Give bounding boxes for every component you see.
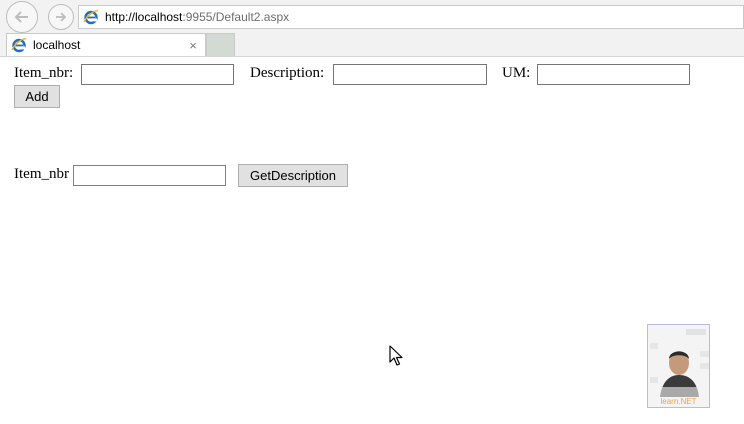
arrow-right-icon xyxy=(56,12,67,22)
tab-localhost[interactable]: localhost × xyxy=(6,33,206,56)
address-bar[interactable]: http://localhost:9955/Default2.aspx xyxy=(78,5,744,29)
back-button[interactable] xyxy=(6,1,38,33)
description-input[interactable] xyxy=(333,64,487,85)
tab-favicon-icon xyxy=(11,37,27,53)
url-path: :9955/Default2.aspx xyxy=(182,10,290,24)
forward-button[interactable] xyxy=(48,4,74,30)
um-label: UM: xyxy=(502,65,531,81)
lookup-item-nbr-input[interactable] xyxy=(73,165,226,186)
page-content: Item_nbr: Description: UM: Add Item_nbr … xyxy=(0,57,744,424)
webcam-overlay: learn.NET xyxy=(647,324,710,408)
new-tab-button[interactable] xyxy=(206,33,235,56)
item-nbr-input[interactable] xyxy=(81,64,234,85)
browser-chrome: http://localhost:9955/Default2.aspx loca… xyxy=(0,0,744,57)
item-nbr-label: Item_nbr: xyxy=(14,65,74,81)
presenter-photo xyxy=(648,325,709,407)
description-label: Description: xyxy=(250,65,325,81)
url-host: http://localhost xyxy=(105,10,183,24)
tab-strip: localhost × xyxy=(0,32,744,56)
webcam-caption: learn.NET xyxy=(660,397,697,406)
arrow-left-icon xyxy=(14,11,28,23)
get-description-button[interactable]: GetDescription xyxy=(238,164,348,187)
um-input[interactable] xyxy=(537,64,690,85)
mouse-cursor-icon xyxy=(389,345,403,372)
close-tab-icon[interactable]: × xyxy=(185,38,201,53)
lookup-item-nbr-label: Item_nbr xyxy=(14,166,69,182)
tab-title: localhost xyxy=(33,38,81,52)
internet-explorer-icon xyxy=(83,9,99,25)
add-button[interactable]: Add xyxy=(14,85,60,108)
